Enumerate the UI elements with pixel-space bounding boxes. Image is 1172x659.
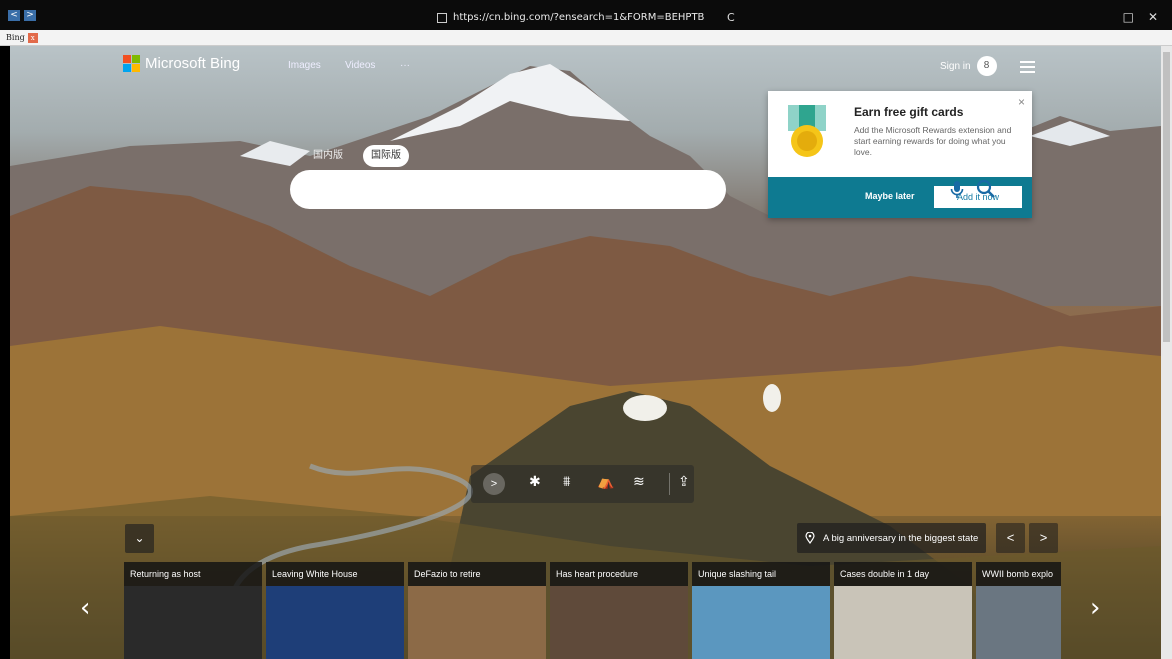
- snowflake-icon[interactable]: ✱: [529, 474, 541, 490]
- popup-close-icon[interactable]: ×: [1018, 95, 1025, 109]
- nav-videos[interactable]: Videos: [345, 60, 375, 71]
- news-card-caption: Cases double in 1 day: [834, 562, 972, 586]
- news-card-image: [124, 586, 262, 659]
- camp-icon[interactable]: ⛺: [597, 474, 614, 490]
- carousel-prev-icon[interactable]: ‹: [80, 593, 90, 623]
- logo-text: Microsoft Bing: [145, 55, 241, 72]
- tab-bing[interactable]: Bing x: [6, 31, 38, 44]
- address-bar[interactable]: https://cn.bing.com/?ensearch=1&FORM=BEH…: [437, 12, 704, 23]
- image-toolbar: > ✱ ⩩ ⛺ ≋ ⇪: [471, 465, 694, 503]
- news-card-image: [692, 586, 830, 659]
- scrollbar[interactable]: [1161, 46, 1172, 659]
- news-card[interactable]: Unique slashing tail: [692, 562, 830, 659]
- search-box[interactable]: [290, 170, 995, 209]
- maximize-button[interactable]: □: [1123, 10, 1134, 24]
- microsoft-logo-icon: [123, 55, 140, 72]
- news-card[interactable]: DeFazio to retire: [408, 562, 546, 659]
- menu-icon[interactable]: [1020, 58, 1035, 76]
- news-card-caption: WWII bomb explo: [976, 562, 1061, 586]
- news-card[interactable]: Returning as host: [124, 562, 262, 659]
- nav-more[interactable]: ···: [400, 60, 410, 71]
- next-image-small-button[interactable]: >: [1029, 523, 1058, 553]
- news-carousel: Returning as host Leaving White House De…: [124, 562, 1061, 659]
- tab-close-icon[interactable]: x: [27, 32, 38, 43]
- tab-domestic[interactable]: 国内版: [305, 145, 351, 167]
- maybe-later-button[interactable]: Maybe later: [865, 191, 915, 201]
- tab-bar: Bing x: [0, 30, 1172, 46]
- forward-button[interactable]: >: [24, 10, 36, 21]
- sign-in-button[interactable]: Sign in 8: [940, 56, 997, 76]
- news-card-caption: DeFazio to retire: [408, 562, 546, 586]
- image-info-text: A big anniversary in the biggest state: [823, 532, 979, 544]
- tab-title: Bing: [6, 33, 25, 42]
- share-icon[interactable]: ⇪: [678, 474, 690, 490]
- tab-international[interactable]: 国际版: [363, 145, 409, 167]
- bing-logo[interactable]: Microsoft Bing: [123, 55, 240, 72]
- news-card-caption: Leaving White House: [266, 562, 404, 586]
- news-card-caption: Has heart procedure: [550, 562, 688, 586]
- toolbar-divider: [669, 473, 670, 495]
- news-card-caption: Returning as host: [124, 562, 262, 586]
- scrollbar-thumb[interactable]: [1163, 52, 1170, 342]
- nav-images[interactable]: Images: [288, 60, 321, 71]
- news-card-image: [976, 586, 1061, 659]
- sign-in-label: Sign in: [940, 60, 971, 72]
- news-card[interactable]: Leaving White House: [266, 562, 404, 659]
- reload-button[interactable]: C: [727, 11, 735, 24]
- prev-image-button[interactable]: <: [996, 523, 1025, 553]
- avatar-icon: 8: [976, 56, 997, 76]
- browser-title-bar: < > https://cn.bing.com/?ensearch=1&FORM…: [0, 0, 1172, 30]
- news-card-image: [408, 586, 546, 659]
- popup-body: Add the Microsoft Rewards extension and …: [854, 125, 1012, 157]
- url-text: https://cn.bing.com/?ensearch=1&FORM=BEH…: [453, 12, 705, 23]
- news-card[interactable]: Has heart procedure: [550, 562, 688, 659]
- popup-header: Earn free gift cards Add the Microsoft R…: [768, 91, 1032, 177]
- news-card[interactable]: WWII bomb explo: [976, 562, 1061, 659]
- location-pin-icon: [805, 532, 815, 544]
- search-icon[interactable]: [976, 179, 996, 199]
- news-card-caption: Unique slashing tail: [692, 562, 830, 586]
- popup-title: Earn free gift cards: [854, 105, 964, 119]
- back-button[interactable]: <: [8, 10, 20, 21]
- microphone-icon[interactable]: [950, 180, 964, 200]
- image-info-button[interactable]: A big anniversary in the biggest state: [797, 523, 987, 553]
- close-window-button[interactable]: ✕: [1148, 10, 1158, 24]
- news-card-image: [266, 586, 404, 659]
- bing-homepage: Microsoft Bing Images Videos ··· Sign in…: [10, 46, 1161, 659]
- browser-nav: < >: [8, 10, 36, 21]
- news-card-image: [550, 586, 688, 659]
- news-card[interactable]: Cases double in 1 day: [834, 562, 972, 659]
- page-icon: [437, 12, 447, 23]
- medal-icon: [788, 105, 826, 157]
- news-card-image: [834, 586, 972, 659]
- collapse-feed-button[interactable]: ⌄: [125, 524, 154, 553]
- wind-icon[interactable]: ≋: [633, 474, 645, 490]
- fence-icon[interactable]: ⩩: [563, 474, 570, 490]
- next-image-button[interactable]: >: [483, 473, 505, 495]
- carousel-next-icon[interactable]: ›: [1090, 593, 1100, 623]
